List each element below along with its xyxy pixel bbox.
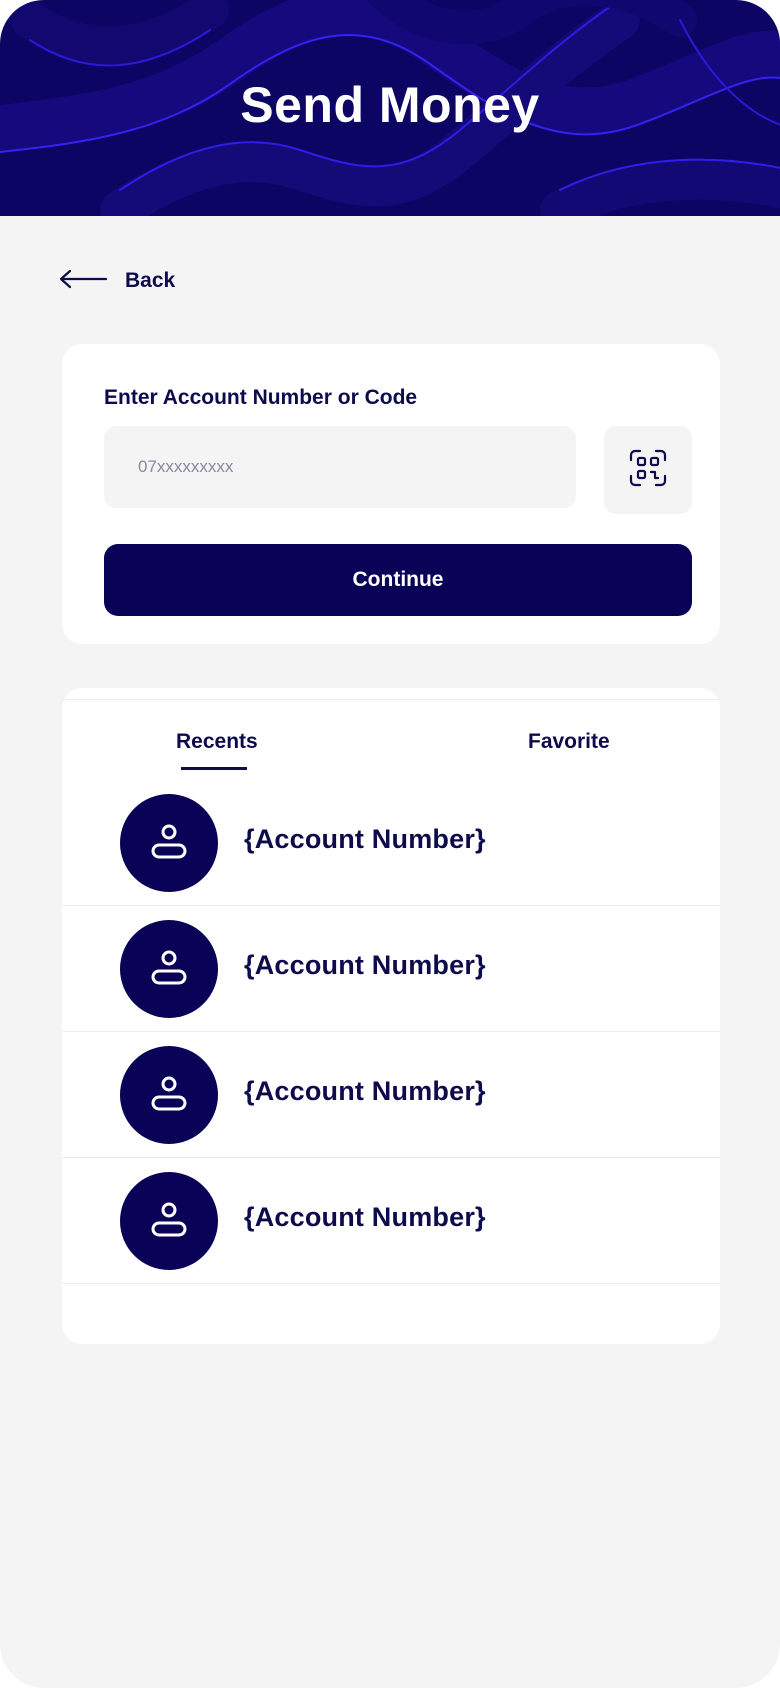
scan-code-button[interactable] — [604, 426, 692, 514]
header-banner: Send Money — [0, 0, 780, 216]
active-tab-indicator — [181, 767, 247, 770]
account-number-label: {Account Number} — [244, 950, 486, 980]
contacts-card: Recents Favorite {Account Number} {Accou… — [62, 688, 720, 1344]
continue-button[interactable]: Continue — [104, 544, 692, 616]
divider — [62, 699, 720, 700]
recent-account-row[interactable]: {Account Number} — [62, 1032, 720, 1158]
scan-qr-icon — [629, 449, 667, 492]
page-title: Send Money — [240, 77, 540, 133]
avatar — [120, 1046, 218, 1144]
tab-recents[interactable]: Recents — [176, 730, 258, 754]
account-entry-card: Enter Account Number or Code Continue — [62, 344, 720, 644]
avatar — [120, 920, 218, 1018]
user-icon — [149, 1199, 189, 1244]
tab-favorite[interactable]: Favorite — [528, 730, 610, 754]
user-icon — [149, 1073, 189, 1118]
account-number-label: {Account Number} — [244, 1076, 486, 1106]
recent-account-row[interactable]: {Account Number} — [62, 780, 720, 906]
send-money-screen: Send Money Back Enter Account Number or … — [0, 0, 780, 1688]
user-icon — [149, 821, 189, 866]
recent-account-row[interactable]: {Account Number} — [62, 1158, 720, 1284]
back-button[interactable]: Back — [58, 266, 175, 296]
account-field-label: Enter Account Number or Code — [104, 386, 418, 409]
avatar — [120, 1172, 218, 1270]
user-icon — [149, 947, 189, 992]
account-number-label: {Account Number} — [244, 824, 486, 854]
account-number-input[interactable] — [104, 426, 576, 508]
back-label: Back — [125, 269, 176, 292]
account-number-label: {Account Number} — [244, 1202, 486, 1232]
avatar — [120, 794, 218, 892]
recent-account-row[interactable]: {Account Number} — [62, 906, 720, 1032]
arrow-left-icon — [58, 269, 108, 294]
